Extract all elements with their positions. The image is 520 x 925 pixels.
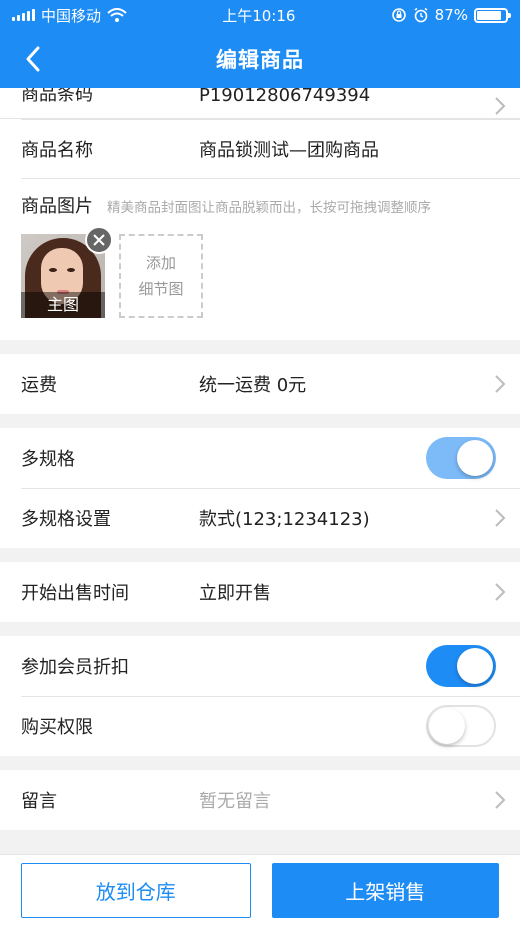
- member-discount-toggle[interactable]: [426, 645, 496, 687]
- purchase-limit-toggle[interactable]: [426, 705, 496, 747]
- chevron-right-icon: [480, 508, 520, 528]
- main-image-thumb[interactable]: 主图: [21, 226, 113, 318]
- message-row[interactable]: 留言 暂无留言: [0, 770, 520, 830]
- back-button[interactable]: [16, 42, 50, 76]
- spec-settings-value: 款式(123;1234123): [199, 509, 370, 530]
- publish-button[interactable]: 上架销售: [271, 862, 499, 918]
- shipping-label: 运费: [21, 375, 57, 396]
- multi-spec-toggle[interactable]: [426, 437, 496, 479]
- product-name-row[interactable]: 商品名称 商品锁测试—团购商品: [0, 118, 520, 178]
- page-title: 编辑商品: [216, 48, 304, 72]
- basic-info-section: 商品条码 P19012806749394 商品名称 商品锁测试—团购商品 商品图…: [0, 88, 520, 340]
- member-discount-label: 参加会员折扣: [21, 657, 129, 678]
- sale-time-label: 开始出售时间: [21, 583, 129, 604]
- add-detail-line2: 细节图: [138, 280, 184, 298]
- sale-time-row[interactable]: 开始出售时间 立即开售: [0, 562, 520, 622]
- shipping-row[interactable]: 运费 统一运费 0元: [0, 354, 520, 414]
- spec-settings-row[interactable]: 多规格设置 款式(123;1234123): [0, 488, 520, 548]
- spec-section: 多规格 多规格设置 款式(123;1234123): [0, 428, 520, 548]
- carrier-name: 中国移动: [41, 6, 102, 25]
- signal-icon: [12, 9, 35, 21]
- sale-time-value: 立即开售: [199, 583, 271, 604]
- move-to-warehouse-button[interactable]: 放到仓库: [21, 862, 251, 918]
- purchase-limit-label: 购买权限: [21, 717, 93, 738]
- nav-bar: 编辑商品: [0, 30, 520, 88]
- spec-settings-label: 多规格设置: [21, 509, 111, 530]
- barcode-value: P19012806749394: [199, 88, 371, 106]
- close-icon: [93, 234, 105, 246]
- wifi-icon: [107, 8, 127, 22]
- multi-spec-label: 多规格: [21, 449, 75, 470]
- form-content[interactable]: 商品条码 P19012806749394 商品名称 商品锁测试—团购商品 商品图…: [0, 88, 520, 854]
- shipping-section: 运费 统一运费 0元: [0, 354, 520, 414]
- add-detail-image-button[interactable]: 添加 细节图: [119, 234, 203, 318]
- message-section: 留言 暂无留言: [0, 770, 520, 830]
- status-bar: 中国移动 上午10:16 87%: [0, 0, 520, 30]
- chevron-right-icon: [480, 790, 520, 810]
- main-image-label: 主图: [21, 292, 105, 318]
- shipping-value: 统一运费 0元: [199, 375, 307, 396]
- barcode-row[interactable]: 商品条码 P19012806749394: [0, 88, 520, 118]
- product-images-row: 商品图片 精美商品封面图让商品脱颖而出，长按可拖拽调整顺序 主图 添加 细节图: [0, 178, 520, 340]
- battery-icon: [474, 7, 511, 23]
- chevron-right-icon: [480, 374, 520, 394]
- message-label: 留言: [21, 791, 57, 812]
- member-section: 参加会员折扣 购买权限: [0, 636, 520, 756]
- chevron-left-icon: [26, 46, 40, 72]
- barcode-label: 商品条码: [21, 88, 93, 105]
- bottom-action-bar: 放到仓库 上架销售: [0, 854, 520, 925]
- multi-spec-row: 多规格: [0, 428, 520, 488]
- add-detail-line1: 添加: [145, 254, 176, 272]
- product-images-hint: 精美商品封面图让商品脱颖而出，长按可拖拽调整顺序: [107, 200, 431, 216]
- delete-image-button[interactable]: [85, 226, 113, 254]
- purchase-limit-row: 购买权限: [0, 696, 520, 756]
- rotation-lock-icon: [391, 8, 406, 22]
- top-bar: 中国移动 上午10:16 87% 编辑商品: [0, 0, 520, 88]
- status-time: 上午10:16: [222, 6, 296, 25]
- product-name-label: 商品名称: [21, 139, 93, 161]
- member-discount-row: 参加会员折扣: [0, 636, 520, 696]
- product-images-label: 商品图片: [21, 196, 93, 217]
- chevron-right-icon: [480, 96, 520, 116]
- sale-time-section: 开始出售时间 立即开售: [0, 562, 520, 622]
- battery-percent: 87%: [434, 6, 468, 24]
- message-value: 暂无留言: [199, 791, 271, 812]
- chevron-right-icon: [480, 582, 520, 602]
- product-name-value[interactable]: 商品锁测试—团购商品: [199, 136, 520, 162]
- alarm-icon: [414, 7, 428, 23]
